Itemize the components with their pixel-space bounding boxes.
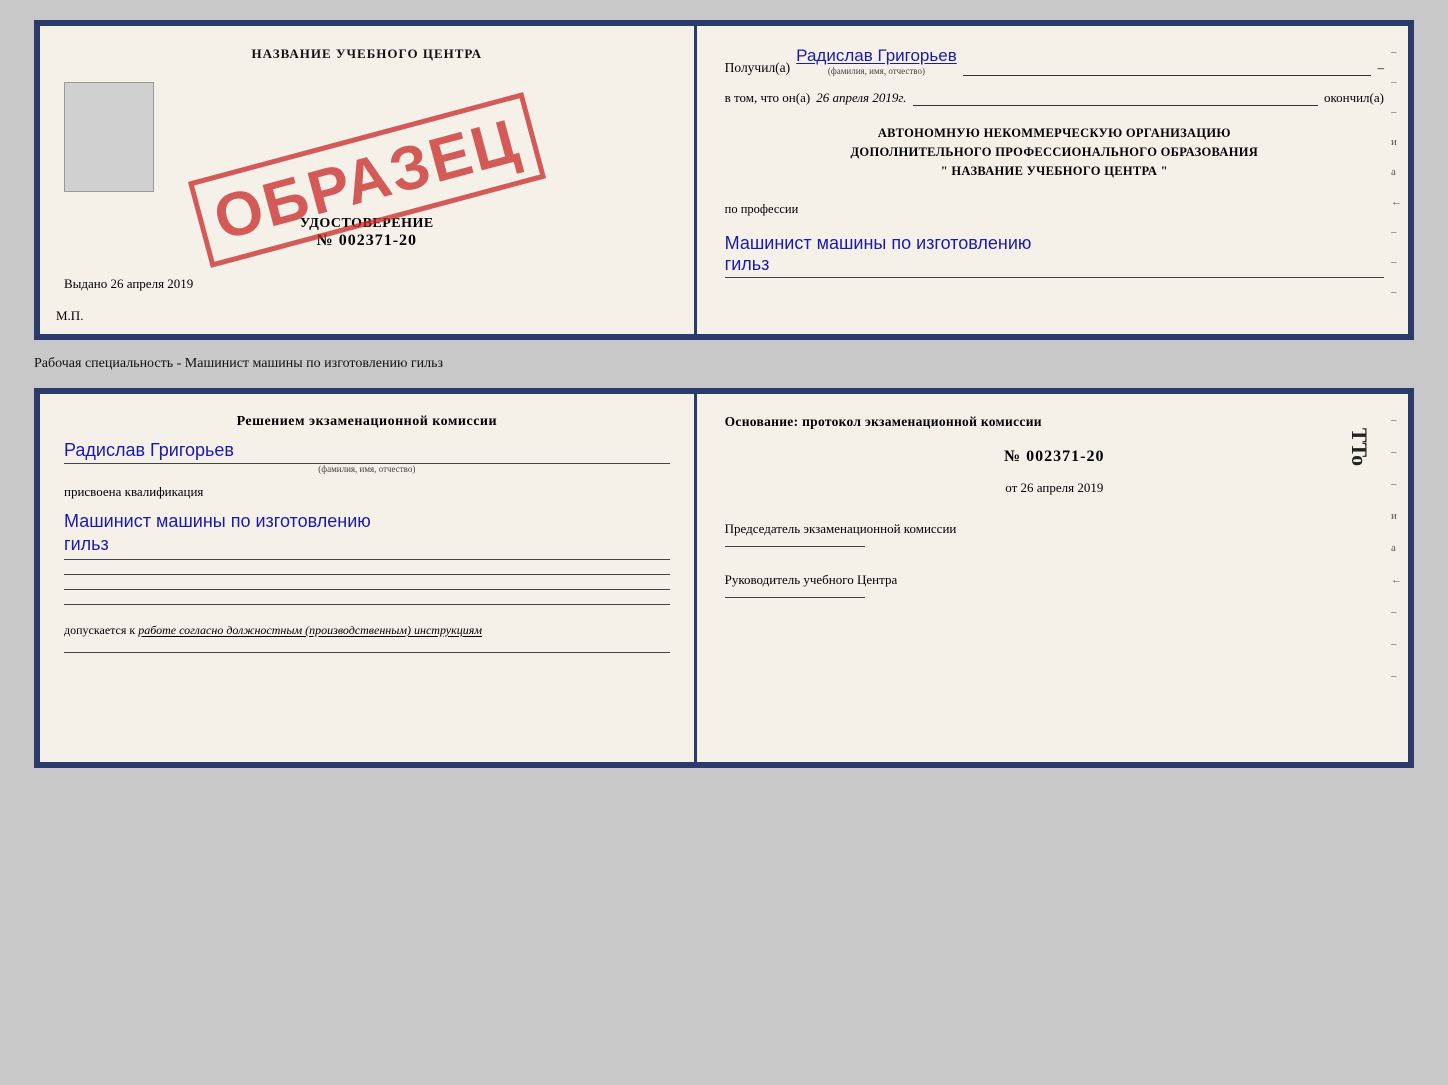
vtom-label: в том, что он(а)	[725, 90, 811, 106]
predsedatel-block: Председатель экзаменационной комиссии	[725, 520, 1384, 547]
recipient-name: Радислав Григорьев	[796, 46, 957, 66]
profession-handwritten: Машинист машины по изготовлению гильз	[725, 233, 1384, 278]
ot-label: от	[1005, 480, 1017, 495]
predsedatel-title: Председатель экзаменационной комиссии	[725, 520, 1384, 538]
top-cert-left: НАЗВАНИЕ УЧЕБНОГО ЦЕНТРА УДОСТОВЕРЕНИЕ №…	[40, 26, 697, 334]
bottom-right-margin-dashes: – – – и а ← – – –	[1391, 414, 1402, 682]
right-margin-dashes: – – – и а ← – – –	[1391, 46, 1402, 298]
bottom-cert-right: Основание: протокол экзаменационной коми…	[697, 394, 1408, 762]
po-professii-label: по профессии	[725, 202, 1384, 217]
top-cert-title: НАЗВАНИЕ УЧЕБНОГО ЦЕНТРА	[64, 46, 670, 62]
bottom-name-block: Радислав Григорьев (фамилия, имя, отчест…	[64, 440, 670, 474]
org-block: АВТОНОМНУЮ НЕКОММЕРЧЕСКУЮ ОРГАНИЗАЦИЮ ДО…	[725, 124, 1384, 180]
predsedatel-line	[725, 546, 865, 547]
vydano-date: 26 апреля 2019	[111, 276, 194, 291]
vtom-date: 26 апреля 2019г.	[816, 90, 906, 106]
underline1	[64, 574, 670, 575]
tto-text: TTo	[1346, 428, 1372, 466]
rukovoditel-block: Руководитель учебного Центра	[725, 571, 1384, 598]
top-certificate: НАЗВАНИЕ УЧЕБНОГО ЦЕНТРА УДОСТОВЕРЕНИЕ №…	[34, 20, 1414, 340]
resheniem-text: Решением экзаменационной комиссии	[64, 414, 670, 430]
document-container: НАЗВАНИЕ УЧЕБНОГО ЦЕНТРА УДОСТОВЕРЕНИЕ №…	[34, 20, 1414, 768]
osnovanie-text: Основание: протокол экзаменационной коми…	[725, 414, 1384, 430]
vydano-label: Выдано	[64, 276, 107, 291]
ot-date-line: от 26 апреля 2019	[725, 480, 1384, 496]
bottom-certificate: Решением экзаменационной комиссии Радисл…	[34, 388, 1414, 768]
dopuskaetsya-italic-text: работе согласно должностным (производств…	[138, 623, 482, 637]
okonchil-label: окончил(а)	[1324, 90, 1384, 106]
rukovoditel-line	[725, 597, 865, 598]
bottom-profession: Машинист машины по изготовлению гильз	[64, 510, 670, 560]
udostoverenie-number: № 002371-20	[64, 232, 670, 250]
bottom-date: 26 апреля 2019	[1021, 480, 1104, 495]
protocol-number: № 002371-20	[725, 448, 1384, 466]
bottom-recipient-name: Радислав Григорьев	[64, 440, 670, 464]
top-cert-right: Получил(а) Радислав Григорьев (фамилия, …	[697, 26, 1408, 334]
vtom-line: в том, что он(а) 26 апреля 2019г. окончи…	[725, 90, 1384, 106]
org-name: " НАЗВАНИЕ УЧЕБНОГО ЦЕНТРА "	[725, 162, 1384, 181]
underline2	[64, 589, 670, 590]
mp-line: М.П.	[56, 308, 83, 324]
rukovoditel-title: Руководитель учебного Центра	[725, 571, 1384, 589]
photo-placeholder	[64, 82, 154, 192]
underline3	[64, 604, 670, 605]
poluchil-line: Получил(а) Радислав Григорьев (фамилия, …	[725, 46, 1384, 76]
bottom-name-sub: (фамилия, имя, отчество)	[64, 464, 670, 474]
name-subtitle: (фамилия, имя, отчество)	[828, 66, 925, 76]
vydano-line: Выдано 26 апреля 2019	[64, 276, 670, 292]
underline4	[64, 652, 670, 653]
dopuskaetsya-block: допускается к работе согласно должностны…	[64, 623, 670, 638]
org-line1: АВТОНОМНУЮ НЕКОММЕРЧЕСКУЮ ОРГАНИЗАЦИЮ	[725, 124, 1384, 143]
speciality-label: Рабочая специальность - Машинист машины …	[34, 352, 1414, 376]
udostoverenie-block: УДОСТОВЕРЕНИЕ № 002371-20	[64, 216, 670, 250]
bottom-cert-left: Решением экзаменационной комиссии Радисл…	[40, 394, 697, 762]
poluchil-label: Получил(а)	[725, 60, 791, 76]
udostoverenie-label: УДОСТОВЕРЕНИЕ	[64, 216, 670, 232]
org-line2: ДОПОЛНИТЕЛЬНОГО ПРОФЕССИОНАЛЬНОГО ОБРАЗО…	[725, 143, 1384, 162]
prisvoyena-text: присвоена квалификация	[64, 484, 670, 500]
